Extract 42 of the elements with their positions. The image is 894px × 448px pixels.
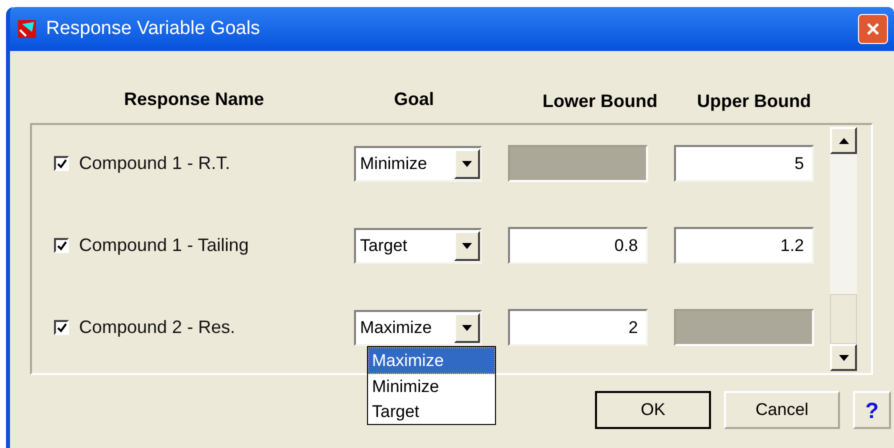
- check-icon: [56, 158, 66, 168]
- down-arrow-icon: [838, 354, 848, 360]
- number-field[interactable]: 0.8: [508, 227, 648, 264]
- scroll-down-button[interactable]: [830, 344, 857, 371]
- column-header: Response Name: [124, 88, 266, 111]
- dropdown-arrow-button[interactable]: [454, 312, 480, 342]
- dialog-button[interactable]: Cancel: [724, 391, 840, 429]
- scroll-thumb[interactable]: [830, 294, 857, 344]
- check-icon: [56, 240, 66, 250]
- checkbox[interactable]: [54, 238, 69, 253]
- dropdown-option[interactable]: Target: [368, 399, 495, 424]
- close-icon: [865, 21, 881, 37]
- column-header: Upper Bound: [696, 90, 812, 113]
- dropdown-option[interactable]: Maximize: [368, 347, 495, 374]
- close-button[interactable]: [858, 14, 888, 44]
- response-name: Compound 1 - R.T.: [79, 152, 232, 175]
- checkbox[interactable]: [54, 156, 69, 171]
- dropdown-arrow-button[interactable]: [454, 230, 480, 260]
- caret-icon: [462, 160, 472, 166]
- goal-dropdown[interactable]: Target: [354, 228, 482, 264]
- response-name: Compound 1 - Tailing: [79, 234, 250, 257]
- up-arrow-icon: [838, 138, 848, 144]
- dropdown-arrow-button[interactable]: [454, 148, 480, 178]
- goal-dropdown[interactable]: Minimize: [354, 146, 482, 182]
- window-title: Response Variable Goals: [46, 16, 262, 41]
- goal-dropdown[interactable]: Maximize: [354, 310, 482, 346]
- dropdown-option[interactable]: Minimize: [368, 374, 495, 399]
- help-button[interactable]: ?: [853, 391, 891, 429]
- checkbox[interactable]: [54, 320, 69, 335]
- scroll-up-button[interactable]: [830, 127, 857, 154]
- caret-icon: [462, 324, 472, 330]
- check-icon: [56, 322, 66, 332]
- column-header: Lower Bound: [542, 90, 658, 113]
- response-name: Compound 2 - Res.: [79, 316, 236, 339]
- scrollbar[interactable]: [830, 127, 857, 371]
- number-field[interactable]: 2: [508, 309, 648, 346]
- app-icon: [18, 20, 36, 38]
- column-header: Goal: [393, 88, 436, 111]
- number-field[interactable]: 5: [674, 145, 814, 182]
- number-field[interactable]: 1.2: [674, 227, 814, 264]
- caret-icon: [462, 242, 472, 248]
- dialog-button[interactable]: OK: [595, 391, 711, 429]
